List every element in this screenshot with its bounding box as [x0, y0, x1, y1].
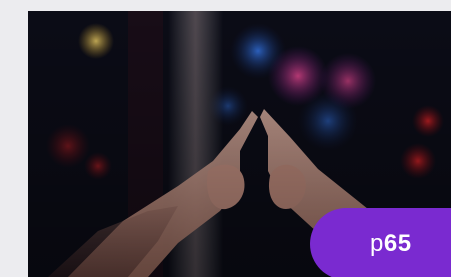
page-number: 65 — [383, 230, 412, 257]
page-number-badge: p 65 — [310, 208, 451, 277]
page-prefix: p — [370, 230, 384, 257]
photo-frame: p 65 — [28, 11, 451, 277]
